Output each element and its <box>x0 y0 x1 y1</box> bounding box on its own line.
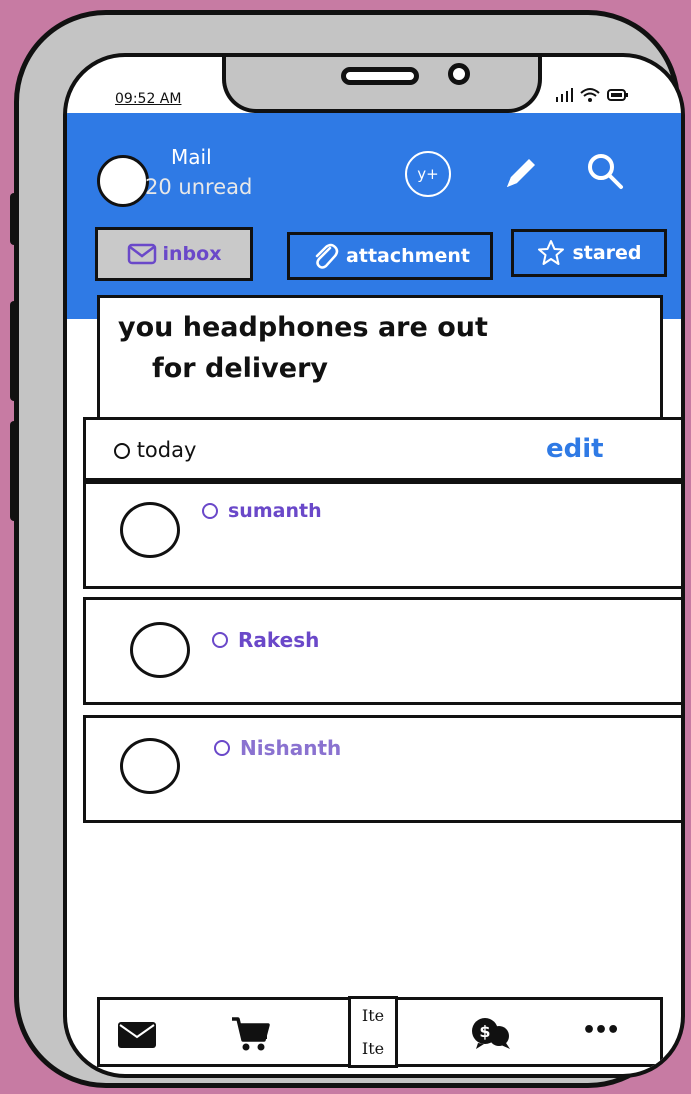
notch <box>222 57 542 113</box>
paperclip-icon <box>315 243 339 269</box>
notification-card[interactable]: you headphones are out for delivery <box>97 295 663 425</box>
contact-name: Nishanth <box>214 736 341 760</box>
pencil-icon[interactable] <box>499 151 543 195</box>
phone-screen: 09:52 AM Mail 20 unread y+ inbox attachm… <box>63 53 685 1078</box>
signal-icon <box>556 88 573 102</box>
phone-frame: 09:52 AM Mail 20 unread y+ inbox attachm… <box>10 10 685 1088</box>
more-button[interactable]: ••• <box>582 1018 620 1043</box>
contact-radio[interactable] <box>214 740 230 756</box>
tab-attachment-label: attachment <box>346 245 470 267</box>
notification-line-1: you headphones are out <box>118 312 488 343</box>
edit-button[interactable]: edit <box>546 434 604 464</box>
contact-avatar <box>120 738 180 794</box>
mail-icon[interactable] <box>118 1022 156 1048</box>
volume-down-button <box>10 421 18 521</box>
tab-inbox[interactable]: inbox <box>95 227 253 281</box>
contact-row[interactable]: Rakesh <box>83 597 681 705</box>
contact-radio[interactable] <box>212 632 228 648</box>
status-icons <box>555 87 629 103</box>
contact-name-text: Rakesh <box>238 628 320 652</box>
user-avatar[interactable] <box>97 155 149 207</box>
app-title: Mail <box>171 145 212 169</box>
status-time: 09:52 AM <box>115 91 182 107</box>
camera <box>448 63 470 85</box>
contact-row[interactable]: sumanth <box>83 481 681 589</box>
star-icon <box>538 240 565 265</box>
tab-stared[interactable]: stared <box>511 229 667 277</box>
contact-avatar <box>130 622 190 678</box>
tab-attachment[interactable]: attachment <box>287 232 493 280</box>
section-header: today edit <box>83 417 681 481</box>
contact-avatar <box>120 502 180 558</box>
volume-up-button <box>10 301 18 401</box>
svg-text:$: $ <box>479 1022 490 1041</box>
money-chat-icon[interactable]: $ <box>470 1016 514 1050</box>
nav-center-item[interactable]: Ite Ite <box>348 996 398 1068</box>
tab-inbox-label: inbox <box>162 243 222 265</box>
bottom-nav: Ite Ite $ ••• <box>97 996 663 1068</box>
nav-center-line-2: Ite <box>361 1039 385 1058</box>
tab-stared-label: stared <box>572 242 642 264</box>
invite-button[interactable]: y+ <box>405 151 451 197</box>
unread-count: 20 unread <box>145 175 253 199</box>
contact-radio[interactable] <box>202 503 218 519</box>
wifi-icon <box>580 88 600 102</box>
cart-icon[interactable] <box>230 1016 270 1052</box>
contact-name: Rakesh <box>212 628 319 652</box>
speaker <box>341 67 419 85</box>
contact-row[interactable]: Nishanth <box>83 715 681 823</box>
envelope-icon <box>127 243 156 265</box>
nav-center-line-1: Ite <box>361 1006 385 1025</box>
section-title-text: today <box>136 438 197 462</box>
notification-line-2: for delivery <box>152 352 328 384</box>
battery-icon <box>607 89 628 101</box>
section-title: today <box>114 438 196 462</box>
mute-switch <box>10 193 18 245</box>
app-header <box>67 113 681 319</box>
contact-name-text: sumanth <box>228 500 322 522</box>
contact-name: sumanth <box>202 500 322 522</box>
search-icon[interactable] <box>583 149 627 193</box>
contact-name-text: Nishanth <box>240 736 342 760</box>
section-radio[interactable] <box>114 443 130 459</box>
